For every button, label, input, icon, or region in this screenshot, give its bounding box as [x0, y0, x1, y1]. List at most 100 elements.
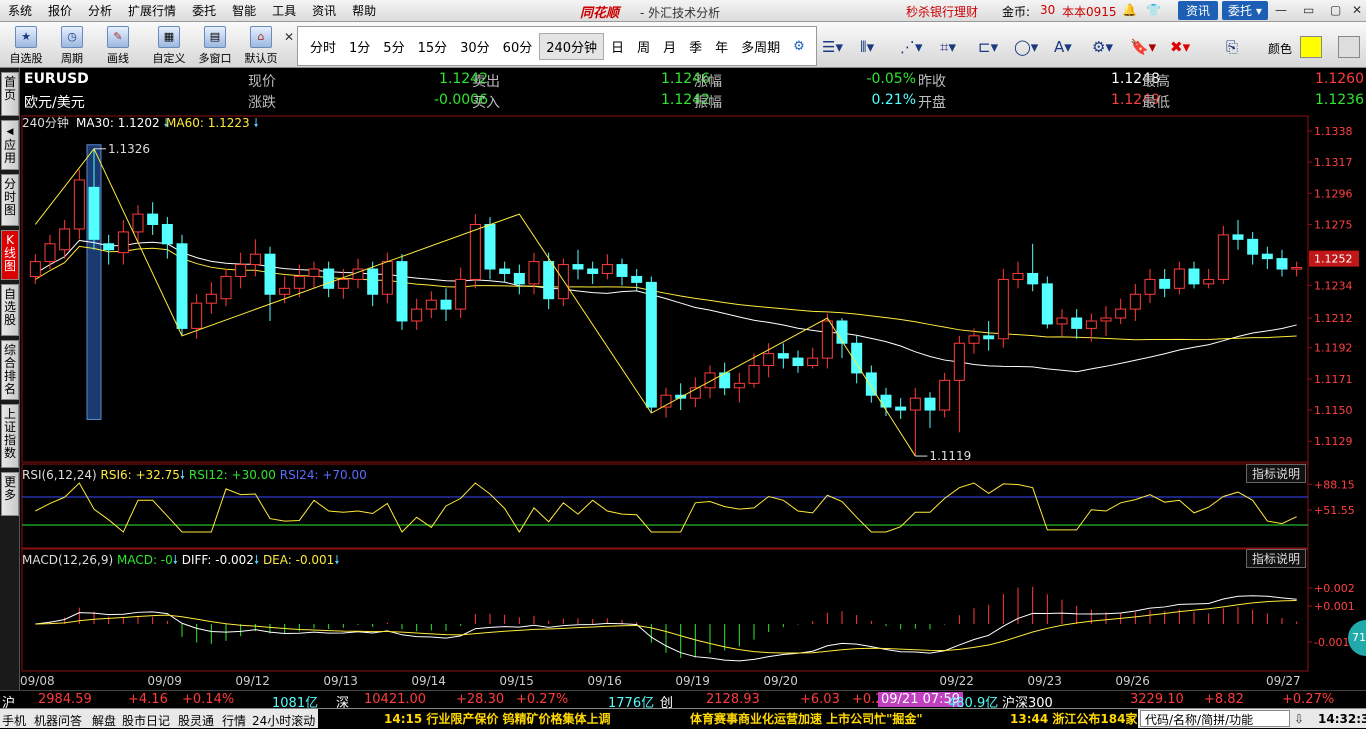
settings-gear-icon[interactable]: ⚙: [787, 36, 811, 57]
arrow-down-icon: 🠗: [253, 116, 259, 130]
custom-button[interactable]: ▦ 自定义: [148, 24, 190, 66]
period-60m[interactable]: 60分: [497, 34, 539, 59]
date-tick-label: 09/09: [147, 674, 182, 688]
news-item-1[interactable]: 14:15 行业限产保价 钨精矿价格集体上调: [380, 709, 615, 729]
candle-body: [147, 213, 159, 225]
period-year[interactable]: 年: [709, 34, 734, 59]
watchlist-button[interactable]: ★ 自选股: [6, 24, 46, 66]
label-change: 涨跌: [248, 95, 276, 111]
period-month[interactable]: 月: [657, 34, 682, 59]
label-buy: 买入: [472, 95, 500, 111]
menu-help[interactable]: 帮助: [344, 0, 384, 22]
candle-body: [337, 278, 349, 289]
period-day[interactable]: 日: [605, 34, 630, 59]
bookmark-tool-icon[interactable]: 🔖▾: [1130, 38, 1156, 56]
status-24h-roll[interactable]: 24小时滚动: [252, 712, 315, 729]
maximize-icon[interactable]: ▢: [1330, 3, 1341, 17]
period-1m[interactable]: 1分: [343, 34, 376, 59]
fan-tool-icon[interactable]: ⋰▾: [900, 38, 923, 56]
search-input[interactable]: 代码/名称/简拼/功能: [1140, 710, 1290, 727]
menu-system[interactable]: 系统: [0, 0, 40, 22]
ellipse-tool-icon[interactable]: ◯▾: [1014, 38, 1038, 56]
watchlist-label: 自选股: [9, 52, 43, 65]
draw-button[interactable]: ✎ 画线: [98, 24, 138, 66]
macd-indicator-help-button[interactable]: 指标说明: [1246, 549, 1307, 568]
trade-button[interactable]: 委托 ▾: [1222, 1, 1268, 20]
color-swatch[interactable]: [1300, 36, 1322, 58]
rsi-indicator-help-button[interactable]: 指标说明: [1246, 464, 1307, 483]
date-tick-label: 09/26: [1115, 674, 1150, 688]
tool-settings-icon[interactable]: ⚙▾: [1092, 38, 1113, 56]
status-diary[interactable]: 股市日记: [122, 712, 170, 729]
promo-link[interactable]: 秒杀银行理财: [906, 3, 978, 20]
candle-body: [308, 268, 320, 277]
y-tick-label: 1.1212: [1314, 312, 1353, 325]
crop-tool-icon[interactable]: ⊏▾: [978, 38, 998, 56]
menu-trade[interactable]: 委托: [184, 0, 224, 22]
news-button[interactable]: 资讯: [1178, 1, 1219, 20]
chart-area[interactable]: 1.1338 1.1317 1.1296 1.1275 1.1252 1.1234 1.12…: [0, 112, 1366, 672]
star-icon: ★: [15, 26, 37, 48]
menu-quote[interactable]: 报价: [40, 0, 80, 22]
y-tick-label: 1.1129: [1314, 435, 1353, 448]
shirt-icon[interactable]: 👕: [1146, 3, 1161, 17]
status-analysis[interactable]: 解盘: [92, 712, 116, 729]
period-240m[interactable]: 240分钟: [539, 32, 605, 60]
period-tick[interactable]: 分时: [304, 34, 342, 59]
news-item-2[interactable]: 体育赛事商业化运营加速 上市公司忙"掘金": [686, 709, 927, 729]
restore-icon[interactable]: ▭: [1303, 3, 1314, 17]
default-page-button[interactable]: ⌂ 默认页: [240, 24, 282, 66]
y-tick-label: 1.1317: [1314, 156, 1353, 169]
period-30m[interactable]: 30分: [454, 34, 496, 59]
ma30-legend: MA30: 1.1202 🠗: [76, 114, 169, 135]
user-name[interactable]: 本本0915: [1062, 3, 1117, 20]
period-15m[interactable]: 15分: [412, 34, 454, 59]
coins-value: 30: [1040, 3, 1056, 17]
sidebar-tab-home[interactable]: 首页: [1, 72, 19, 116]
rsi-legend: RSI(6,12,24) RSI6: +32.75🠗 RSI12: +30.00…: [22, 466, 367, 487]
color-swatch-2[interactable]: [1338, 36, 1360, 58]
date-tick-label: 09/13: [323, 674, 358, 688]
candle-body: [1247, 238, 1259, 255]
bell-icon[interactable]: 🔔: [1122, 3, 1137, 17]
menu-tools[interactable]: 工具: [264, 0, 304, 22]
chevron-down-icon[interactable]: ⇩: [1294, 712, 1304, 726]
color-label: 颜色: [1268, 42, 1293, 56]
candle-body: [191, 302, 203, 329]
menu-analysis[interactable]: 分析: [80, 0, 120, 22]
news-item-3[interactable]: 13:44 浙江公布184家: [1006, 709, 1141, 729]
export-tool-icon[interactable]: ⎘: [1226, 38, 1238, 56]
menu-news[interactable]: 资讯: [304, 0, 344, 22]
candle-body: [279, 287, 291, 295]
period-week[interactable]: 周: [631, 34, 656, 59]
cy-value: 2128.93: [706, 692, 760, 707]
period-button[interactable]: ◷ 周期: [52, 24, 92, 66]
candlestick-chart[interactable]: 1.1338 1.1317 1.1296 1.1275 1.1252 1.1234 1.12…: [0, 112, 1366, 672]
channel-tool-icon[interactable]: ☰▾: [822, 38, 843, 56]
candle-body: [396, 261, 408, 322]
minimize-icon[interactable]: —: [1275, 3, 1287, 17]
period-5m[interactable]: 5分: [377, 34, 410, 59]
period-quarter[interactable]: 季: [683, 34, 708, 59]
app-logo: 同花顺: [580, 6, 620, 21]
candle-body: [440, 299, 452, 310]
close-panel-icon[interactable]: ✕: [284, 30, 294, 44]
hs-pct: +0.27%: [1282, 692, 1335, 707]
multi-window-button[interactable]: ▤ 多窗口: [194, 24, 236, 66]
status-stock-link[interactable]: 股灵通: [178, 712, 214, 729]
menu-smart[interactable]: 智能: [224, 0, 264, 22]
text-tool-icon[interactable]: A▾: [1054, 38, 1072, 56]
bars-tool-icon[interactable]: ⦀▾: [860, 38, 874, 56]
candle-body: [733, 382, 745, 389]
rect-tool-icon[interactable]: ⌗▾: [940, 38, 956, 56]
delete-tool-icon[interactable]: ✖▾: [1170, 38, 1190, 56]
status-mobile[interactable]: 手机: [2, 712, 26, 729]
menu-extended[interactable]: 扩展行情: [120, 0, 184, 22]
status-robot-qa[interactable]: 机器问答: [34, 712, 82, 729]
candle-body: [704, 372, 716, 389]
y-tick-label: 1.1150: [1314, 404, 1353, 417]
close-icon[interactable]: ✕: [1352, 3, 1362, 17]
period-multi[interactable]: 多周期: [735, 34, 786, 59]
status-market[interactable]: 行情: [222, 712, 246, 729]
macd-label: MACD: -0: [116, 553, 173, 567]
